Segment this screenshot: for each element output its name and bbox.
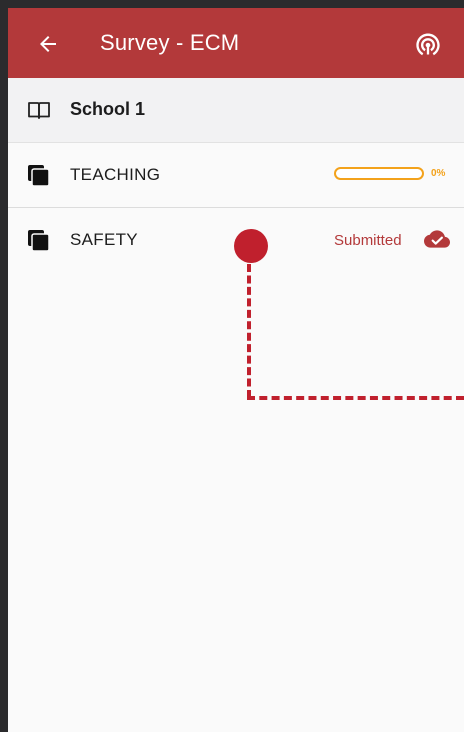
annotation-line-horizontal — [247, 396, 464, 400]
section-row-teaching[interactable]: TEACHING 0% — [8, 143, 464, 208]
top-bezel — [0, 0, 464, 8]
annotation-line-vertical — [247, 264, 251, 398]
arrow-back-icon — [40, 36, 56, 52]
wifi-tethering-icon — [416, 33, 440, 56]
app-screen: Survey - ECM School 1 TEACHING 0% SAFETY — [8, 8, 464, 732]
status-badge: Submitted — [334, 232, 402, 249]
page-title: Survey - ECM — [100, 30, 240, 55]
stack-icon — [28, 230, 50, 252]
school-header: School 1 — [8, 78, 464, 143]
progress-bar — [334, 167, 424, 180]
wifi-tethering-button[interactable] — [412, 28, 444, 60]
book-open-icon — [28, 102, 50, 119]
back-button[interactable] — [32, 28, 64, 60]
annotation-marker — [234, 229, 268, 263]
cloud-done-icon — [424, 230, 450, 248]
progress-percent: 0% — [431, 168, 446, 179]
section-label: SAFETY — [70, 230, 138, 249]
app-bar: Survey - ECM — [8, 8, 464, 78]
school-name: School 1 — [70, 99, 146, 119]
stack-icon — [28, 165, 50, 187]
section-label: TEACHING — [70, 165, 161, 184]
left-bezel — [0, 0, 8, 732]
